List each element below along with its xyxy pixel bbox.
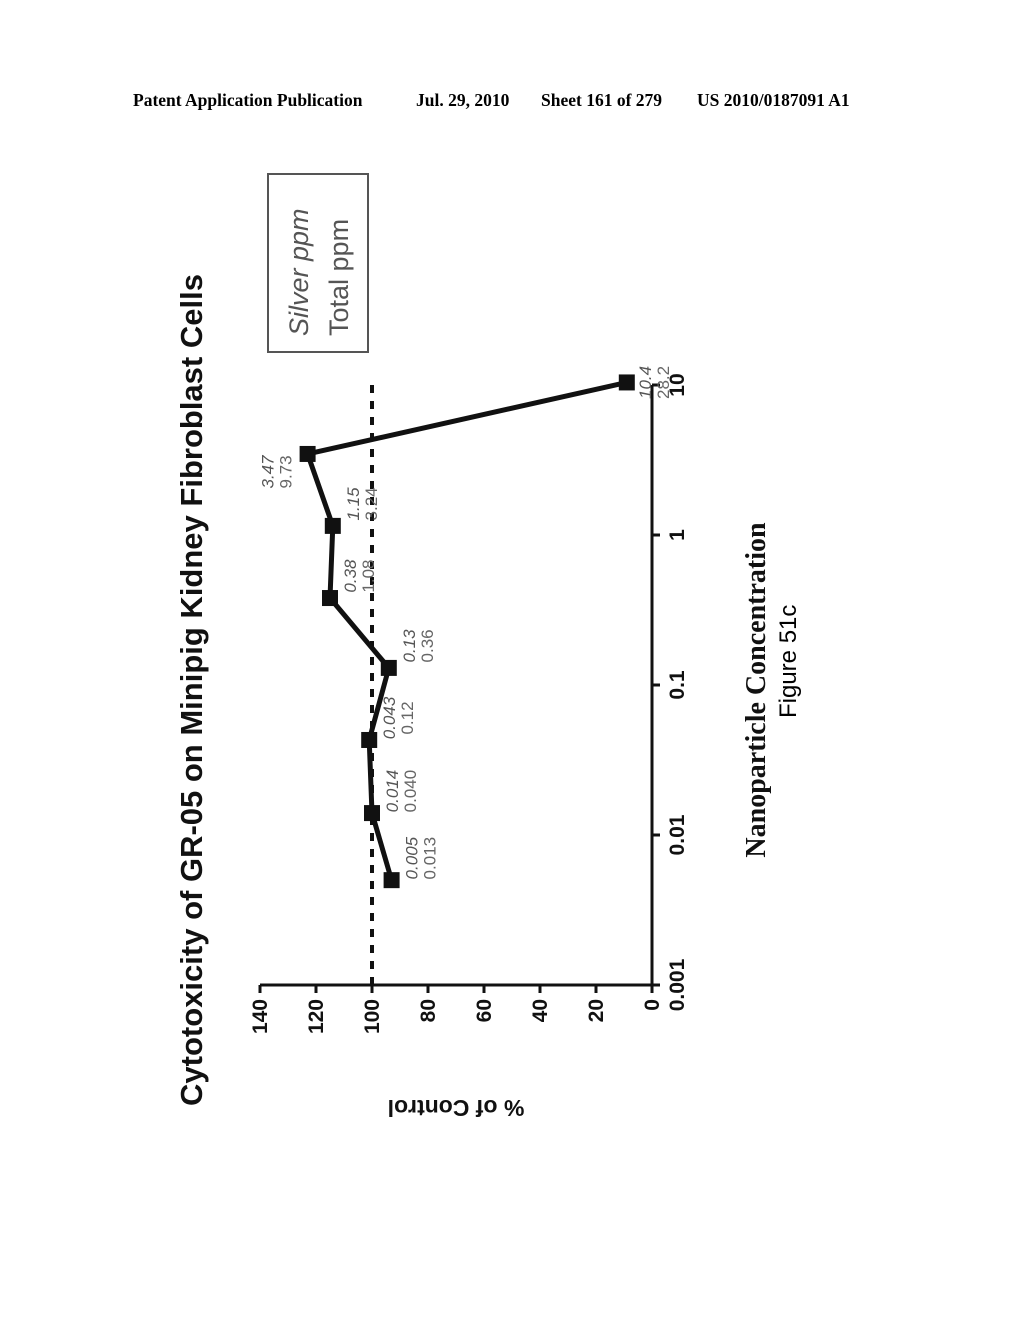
y-tick-label: 80 xyxy=(417,999,440,1022)
legend-entry-silver: Silver ppm xyxy=(284,208,314,336)
y-tick-label: 20 xyxy=(585,999,608,1022)
y-tick-label: 60 xyxy=(473,999,496,1022)
sheet-number: Sheet 161 of 279 xyxy=(541,90,663,110)
silver-ppm-label: 0.014 xyxy=(383,770,402,813)
publication-label: Patent Application Publication xyxy=(133,90,363,110)
total-ppm-label: 3.24 xyxy=(362,487,381,520)
data-point-marker xyxy=(324,517,341,534)
x-tick-label: 0.1 xyxy=(666,670,689,700)
x-tick-label: 0.001 xyxy=(666,958,689,1011)
total-ppm-label: 1.08 xyxy=(359,559,378,592)
y-tick-label: 100 xyxy=(361,999,384,1034)
cytotoxicity-chart: Cytotoxicity of GR-05 on Minipig Kidney … xyxy=(174,173,772,1121)
x-axis-label: Nanoparticle Concentration xyxy=(741,522,772,858)
silver-ppm-label: 0.38 xyxy=(341,559,360,593)
legend-entry-total: Total ppm xyxy=(324,219,354,336)
chart-container: Cytotoxicity of GR-05 on Minipig Kidney … xyxy=(160,160,840,1220)
y-tick-label: 120 xyxy=(305,999,328,1034)
total-ppm-label: 9.73 xyxy=(277,455,296,488)
silver-ppm-label: 0.005 xyxy=(403,836,422,879)
silver-ppm-label: 1.15 xyxy=(344,487,363,521)
total-ppm-label: 0.12 xyxy=(398,701,417,734)
data-point-marker xyxy=(380,659,397,676)
total-ppm-label: 28.2 xyxy=(654,366,673,399)
data-point-marker xyxy=(618,374,635,391)
patent-number: US 2010/0187091 A1 xyxy=(697,90,850,110)
silver-ppm-label: 0.13 xyxy=(400,629,419,663)
y-tick-label: 40 xyxy=(529,999,552,1022)
legend: Silver ppm Total ppm xyxy=(267,173,369,353)
total-ppm-label: 0.36 xyxy=(418,629,437,662)
figure-caption: Figure 51c xyxy=(775,604,802,718)
total-ppm-label: 0.040 xyxy=(401,770,420,813)
y-tick-label: 140 xyxy=(249,999,272,1034)
data-point-marker xyxy=(364,805,380,822)
silver-ppm-label: 3.47 xyxy=(259,455,278,489)
silver-ppm-label: 10.4 xyxy=(636,366,655,399)
y-tick-label: 0 xyxy=(641,999,664,1011)
total-ppm-label: 0.013 xyxy=(421,837,440,880)
series-line xyxy=(304,380,628,881)
data-point-marker xyxy=(361,731,378,748)
silver-ppm-label: 0.043 xyxy=(380,696,399,739)
publication-date: Jul. 29, 2010 xyxy=(416,90,510,110)
data-point-marker xyxy=(322,590,338,607)
x-tick-label: 1 xyxy=(666,529,689,541)
chart-title: Cytotoxicity of GR-05 on Minipig Kidney … xyxy=(174,274,209,1106)
y-axis-label: % of Control xyxy=(388,1095,525,1121)
x-tick-label: 0.01 xyxy=(666,814,689,855)
data-point-marker xyxy=(383,872,400,889)
data-point-marker xyxy=(299,445,316,462)
